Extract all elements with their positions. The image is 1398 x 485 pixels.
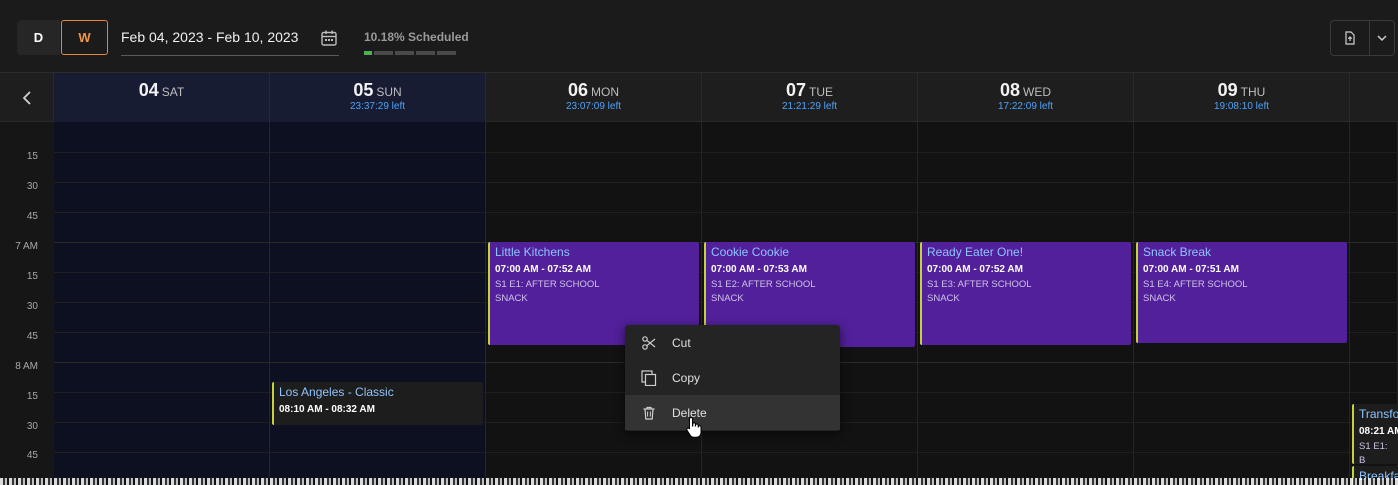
time-label: 7 AM (15, 241, 38, 252)
day-column-sun[interactable] (270, 122, 486, 485)
event-episode-cont: SNACK (711, 293, 744, 304)
event-card[interactable]: Snack Break 07:00 AM - 07:51 AM S1 E4: A… (1136, 242, 1347, 343)
event-card[interactable]: Ready Eater One! 07:00 AM - 07:52 AM S1 … (920, 242, 1131, 345)
event-title: Cookie Cookie (711, 245, 790, 259)
event-time: 07:00 AM - 07:51 AM (1143, 264, 1239, 275)
time-label: 45 (26, 331, 38, 342)
export-icon (1345, 31, 1355, 45)
calendar-icon[interactable] (320, 29, 338, 47)
time-label: 30 (26, 181, 38, 192)
event-time: 07:00 AM - 07:52 AM (495, 264, 591, 275)
day-view-button[interactable]: D (17, 20, 60, 55)
chevron-left-icon (22, 90, 31, 105)
menu-item-copy[interactable]: Copy (625, 360, 840, 395)
trash-icon (641, 405, 657, 421)
date-range-text: Feb 04, 2023 - Feb 10, 2023 (121, 29, 299, 45)
time-left-label: 19:08:10 left (1213, 101, 1270, 112)
time-left-label: 23:07:09 left (565, 101, 622, 112)
day-header-tue: 07 TUE 21:21:29 left (702, 73, 918, 122)
event-episode: S1 E1: B (1359, 441, 1388, 464)
time-label: 45 (26, 450, 38, 461)
export-button[interactable] (1330, 20, 1370, 56)
day-header-sat: 04 SAT (54, 73, 270, 122)
context-menu: Cut Copy Delete (625, 325, 840, 431)
time-label: 30 (26, 421, 38, 432)
event-card[interactable]: Transfo 08:21 AM S1 E1: B (1352, 404, 1398, 464)
time-left-label: 17:22:09 left (997, 101, 1054, 112)
time-label: 30 (26, 301, 38, 312)
screen-edge-artifact (0, 478, 1398, 485)
menu-item-cut[interactable]: Cut (625, 325, 840, 360)
time-left-label: 23:37:29 left (349, 101, 406, 112)
event-title: Snack Break (1143, 245, 1212, 259)
time-label: 15 (26, 391, 38, 402)
menu-item-delete[interactable]: Delete (625, 395, 840, 430)
export-dropdown-button[interactable] (1369, 20, 1395, 56)
event-time: 08:21 AM (1359, 426, 1398, 437)
time-left-label: 21:21:29 left (781, 101, 838, 112)
menu-label: Copy (672, 370, 701, 385)
event-title: Little Kitchens (495, 245, 570, 259)
scheduled-percentage: 10.18% Scheduled (364, 30, 469, 44)
day-header-wed: 08 WED 17:22:09 left (918, 73, 1134, 122)
event-card[interactable]: Los Angeles - Classic 08:10 AM - 08:32 A… (272, 382, 483, 425)
event-title: Transfo (1359, 407, 1398, 421)
day-header-thu: 09 THU 19:08:10 left (1134, 73, 1350, 122)
time-label: 15 (26, 151, 38, 162)
day-header-mon: 06 MON 23:07:09 left (486, 73, 702, 122)
scheduled-progress-bar (364, 51, 456, 55)
event-title: Ready Eater One! (927, 245, 1024, 259)
time-label: 45 (26, 211, 38, 222)
event-time: 07:00 AM - 07:52 AM (927, 264, 1023, 275)
copy-icon (641, 369, 657, 386)
previous-week-button[interactable] (0, 73, 54, 122)
event-episode: S1 E1: AFTER SCHOOL (495, 279, 600, 290)
day-header-row: 04 SAT 05 SUN 23:37:29 left 06 MON 23:07:09… (0, 73, 1398, 122)
day-header-sun: 05 SUN 23:37:29 left (270, 73, 486, 122)
event-episode-cont: SNACK (1143, 293, 1176, 304)
scissors-icon (641, 335, 657, 351)
time-label: 8 AM (15, 361, 38, 372)
time-gutter: 15 30 45 7 AM 15 30 45 8 AM 15 30 45 (0, 122, 54, 485)
week-view-button[interactable]: W (61, 20, 108, 55)
hand-cursor-icon (686, 416, 702, 438)
chevron-down-icon (1377, 35, 1387, 42)
event-episode: S1 E2: AFTER SCHOOL (711, 279, 816, 290)
event-episode-cont: SNACK (495, 293, 528, 304)
date-range-field[interactable]: Feb 04, 2023 - Feb 10, 2023 (121, 20, 339, 56)
event-time: 08:10 AM - 08:32 AM (279, 404, 375, 415)
event-title: Los Angeles - Classic (279, 385, 394, 399)
toolbar: D W Feb 04, 2023 - Feb 10, 2023 10.18% S… (0, 0, 1398, 73)
menu-label: Cut (672, 335, 691, 350)
event-episode: S1 E3: AFTER SCHOOL (927, 279, 1032, 290)
event-episode-cont: SNACK (927, 293, 960, 304)
time-label: 15 (26, 271, 38, 282)
event-time: 07:00 AM - 07:53 AM (711, 264, 807, 275)
day-column-sat[interactable] (54, 122, 270, 485)
event-episode: S1 E4: AFTER SCHOOL (1143, 279, 1248, 290)
